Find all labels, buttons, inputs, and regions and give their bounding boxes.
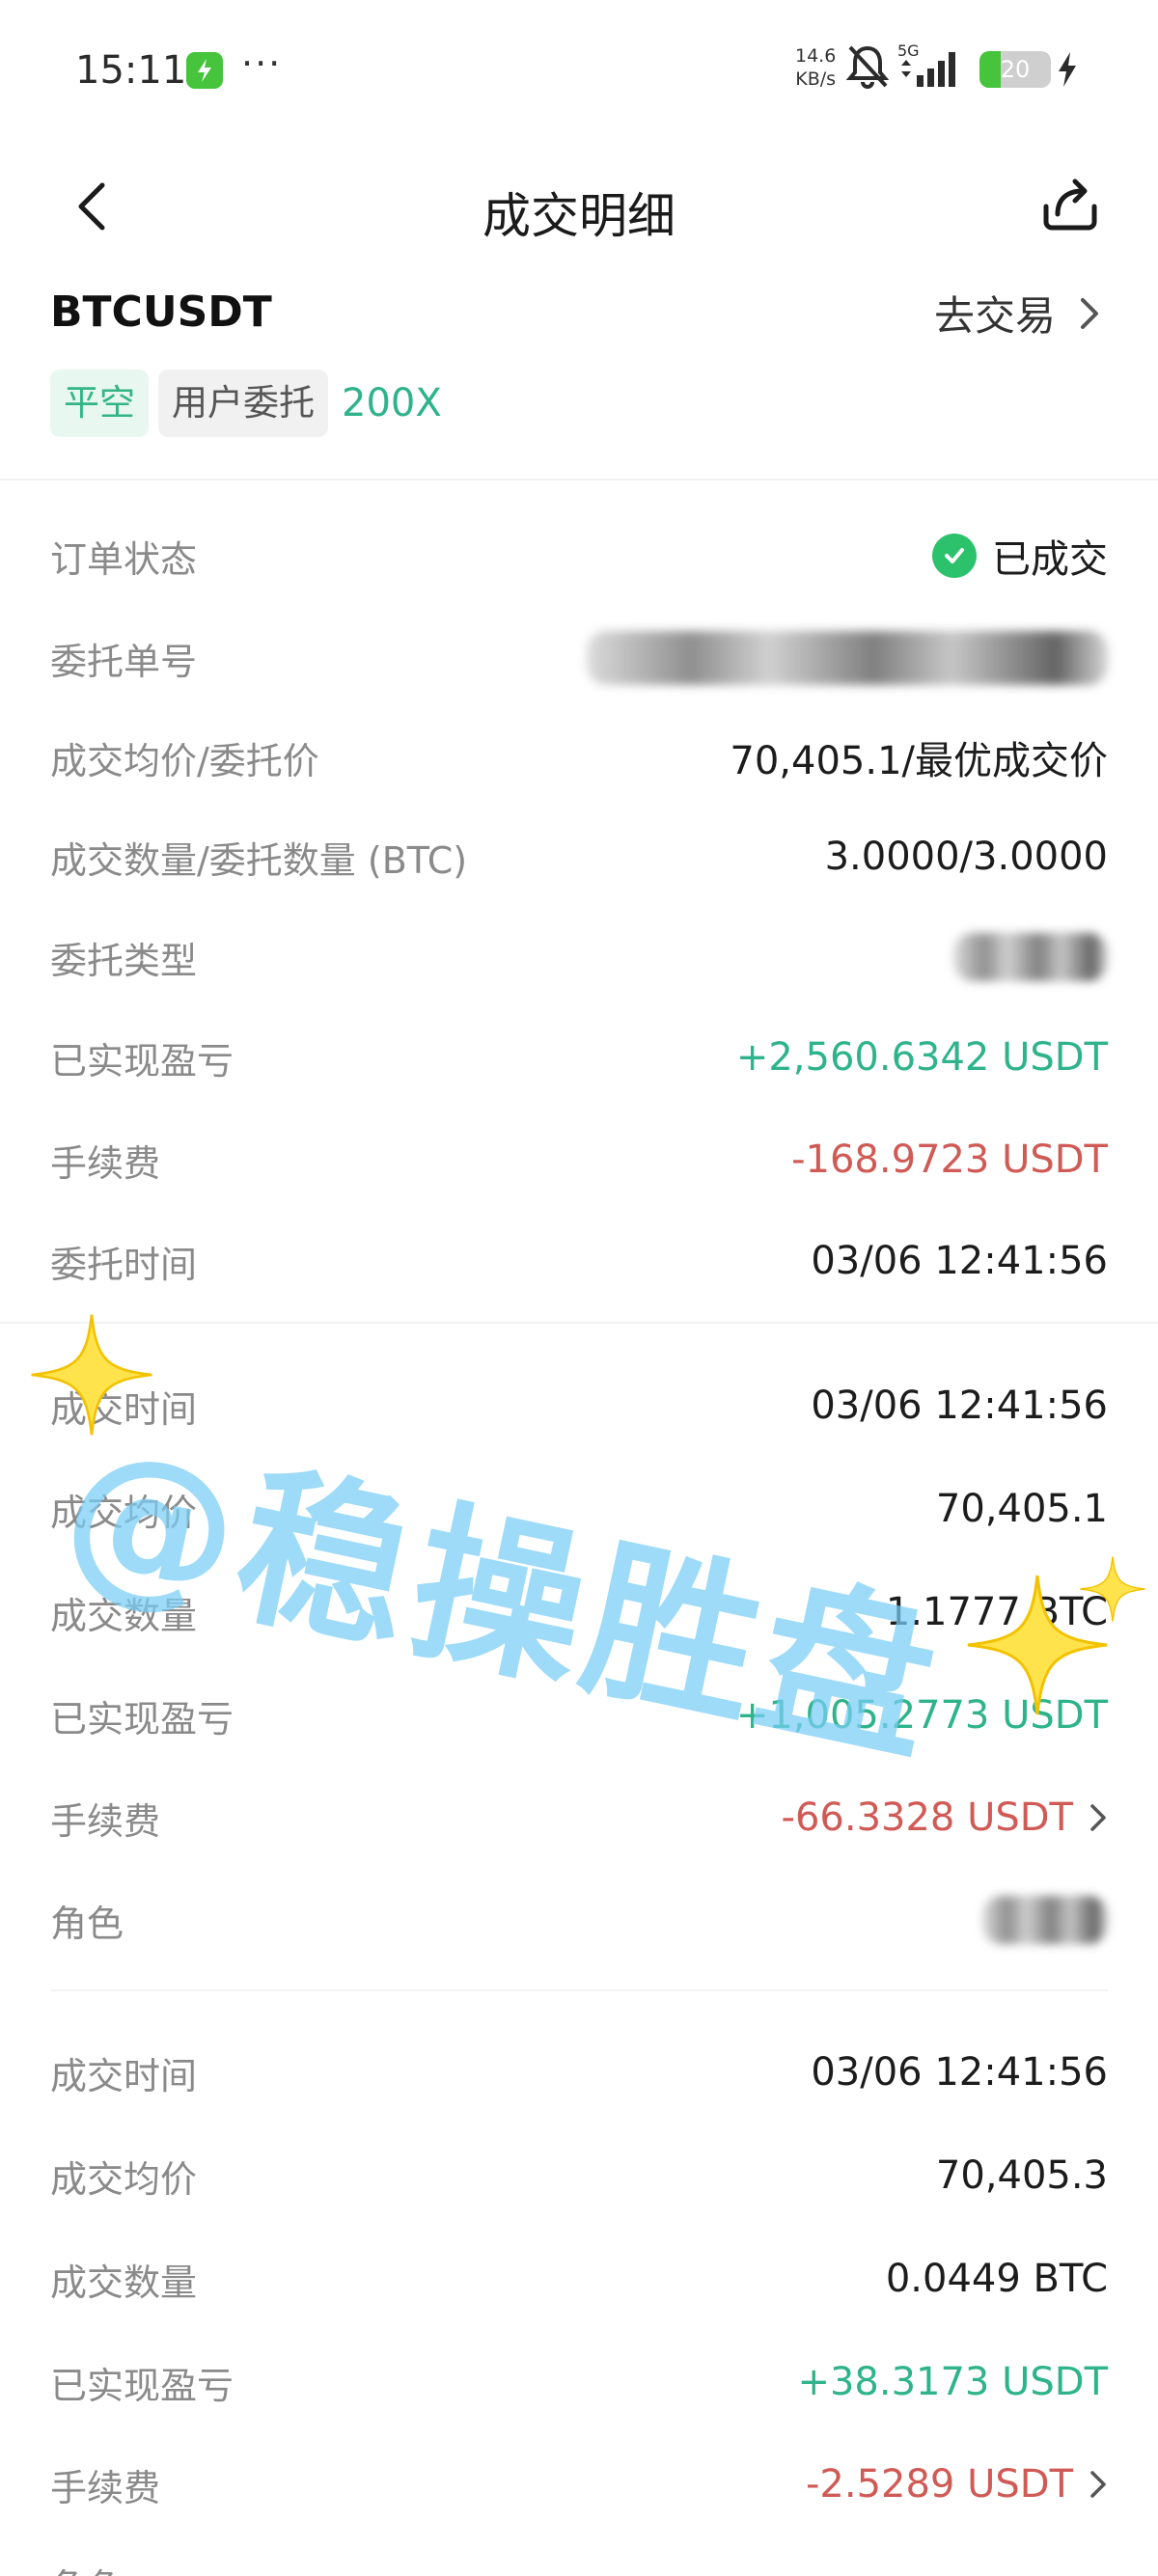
fill-quantity-value: 1.1777 BTC [885, 1590, 1108, 1634]
order-id-row: 委托单号 [50, 629, 1108, 687]
status-bar: 15:11 ··· 14.6 KB/s 5G 20 [0, 0, 1158, 135]
row-label: 已实现盈亏 [50, 2364, 234, 2407]
redacted-role [982, 1896, 1108, 1944]
network-speed-value: 14.6 [795, 45, 837, 67]
cellular-signal-icon: 5G [897, 41, 967, 96]
chevron-right-icon [1090, 1804, 1106, 1831]
row-label: 手续费 [50, 1141, 161, 1185]
fill-time-row: 成交时间 03/06 12:41:56 [50, 2043, 1108, 2101]
row-label: 手续费 [50, 2466, 161, 2509]
price-row: 成交均价/委托价 70,405.1/最优成交价 [50, 728, 1108, 786]
navigation-bar: 成交明细 [0, 154, 1158, 260]
go-trade-label: 去交易 [933, 292, 1056, 340]
fill-avg-price-row: 成交均价 70,405.3 [50, 2147, 1108, 2205]
order-source-tag: 用户委托 [158, 370, 328, 437]
row-label: 成交数量 [50, 2261, 198, 2304]
fill-pnl-value: +38.3173 USDT [797, 2360, 1108, 2404]
row-label: 委托时间 [50, 1243, 198, 1286]
check-circle-icon [932, 534, 977, 578]
fill-pnl-row: 已实现盈亏 +38.3173 USDT [50, 2353, 1108, 2411]
row-label: 成交时间 [50, 2054, 198, 2097]
more-notifications-icon: ··· [241, 42, 283, 85]
share-icon[interactable] [1040, 174, 1100, 239]
realized-pnl-row: 已实现盈亏 +2,560.6342 USDT [50, 1028, 1108, 1086]
redacted-order-id [587, 631, 1108, 685]
price-value: 70,405.1/最优成交价 [730, 739, 1108, 783]
fee-row: 手续费 -168.9723 USDT [50, 1131, 1108, 1189]
row-label: 角色 [50, 2558, 124, 2576]
row-label: 角色 [50, 1902, 124, 1945]
realized-pnl-value: +2,560.6342 USDT [735, 1035, 1108, 1080]
row-label: 已实现盈亏 [50, 1039, 234, 1082]
side-tag: 平空 [50, 370, 149, 437]
mute-bell-icon [845, 42, 890, 95]
fill-fee-row[interactable]: 手续费 -2.5289 USDT [50, 2455, 1108, 2513]
row-label: 成交数量/委托数量 (BTC) [50, 838, 468, 882]
fill-avg-price-value: 70,405.1 [935, 1487, 1108, 1531]
status-time: 15:11 [75, 48, 187, 93]
row-label: 成交均价 [50, 1491, 198, 1534]
section-divider [0, 479, 1158, 480]
network-type-label: 5G [897, 42, 920, 60]
order-status-row: 订单状态 已成交 [50, 527, 1108, 585]
redacted-order-type [953, 933, 1108, 981]
fill-quantity-row: 成交数量 0.0449 BTC [50, 2250, 1108, 2308]
leverage-tag: 200X [342, 381, 442, 425]
go-trade-link[interactable]: 去交易 [934, 284, 1100, 343]
row-label: 成交均价/委托价 [50, 739, 319, 782]
order-time-value: 03/06 12:41:56 [811, 1239, 1108, 1283]
order-type-row: 委托类型 [50, 928, 1108, 986]
charging-bolt-icon [1056, 50, 1079, 93]
trading-pair-symbol: BTCUSDT [50, 288, 272, 337]
fill-fee-row[interactable]: 手续费 -66.3328 USDT [50, 1789, 1108, 1847]
page-title: 成交明细 [482, 188, 676, 244]
section-divider [0, 1322, 1158, 1324]
fill-avg-price-value: 70,405.3 [935, 2153, 1108, 2198]
chevron-right-icon [1090, 2471, 1106, 2498]
fill-pnl-row: 已实现盈亏 +1,005.2773 USDT [50, 1686, 1108, 1744]
fee-value: -168.9723 USDT [791, 1137, 1108, 1182]
fill-time-value: 03/06 12:41:56 [811, 1384, 1108, 1428]
network-speed-unit: KB/s [795, 69, 837, 90]
fill-pnl-value: +1,005.2773 USDT [735, 1693, 1108, 1738]
row-label: 成交均价 [50, 2157, 198, 2201]
row-label: 成交时间 [50, 1387, 198, 1431]
app-notification-icon [186, 52, 223, 89]
fill-time-value: 03/06 12:41:56 [811, 2050, 1108, 2095]
fill-avg-price-row: 成交均价 70,405.1 [50, 1480, 1108, 1538]
battery-level: 20 [1000, 56, 1031, 83]
row-label: 手续费 [50, 1799, 161, 1843]
quantity-value: 3.0000/3.0000 [824, 835, 1108, 879]
trade-detail-page: 15:11 ··· 14.6 KB/s 5G 20 成交明细 BTCUSDT 去… [0, 0, 1158, 2576]
row-label: 成交数量 [50, 1594, 198, 1637]
fill-quantity-value: 0.0449 BTC [885, 2257, 1108, 2301]
order-time-row: 委托时间 03/06 12:41:56 [50, 1232, 1108, 1290]
chevron-right-icon [1081, 297, 1098, 329]
fill-time-row: 成交时间 03/06 12:41:56 [50, 1377, 1108, 1435]
fill-role-row: 角色 [50, 2555, 1108, 2576]
network-speed: 14.6 KB/s [795, 44, 836, 91]
order-status-value: 已成交 [992, 537, 1108, 582]
fill-role-row: 角色 [50, 1891, 1108, 1949]
row-label: 订单状态 [50, 537, 198, 581]
row-label: 已实现盈亏 [50, 1697, 234, 1740]
row-label: 委托单号 [50, 640, 198, 683]
order-tags: 平空 用户委托 200X [50, 370, 446, 437]
battery-icon: 20 [979, 51, 1051, 88]
fill-quantity-row: 成交数量 1.1777 BTC [50, 1583, 1108, 1641]
quantity-row: 成交数量/委托数量 (BTC) 3.0000/3.0000 [50, 828, 1108, 886]
fill-fee-value: -2.5289 USDT [805, 2462, 1073, 2507]
row-label: 委托类型 [50, 939, 198, 982]
fill-fee-value: -66.3328 USDT [781, 1795, 1073, 1840]
fill-divider [50, 1989, 1108, 1991]
